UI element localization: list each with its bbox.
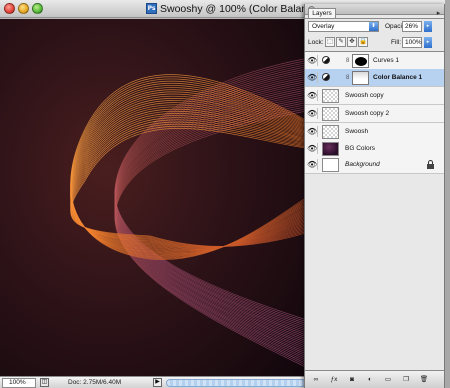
layer-name[interactable]: Swoosh copy 2 — [345, 110, 389, 118]
window-edge — [445, 0, 450, 388]
eye-icon[interactable]: 👁 — [307, 90, 318, 101]
eye-icon[interactable]: 👁 — [307, 143, 318, 154]
image-canvas[interactable] — [0, 19, 304, 376]
status-menu-arrow[interactable]: ▶ — [153, 378, 162, 387]
opacity-field[interactable]: 26% — [402, 21, 422, 32]
document-size: Doc: 2.75M/6.40M — [68, 379, 122, 386]
layer-thumbnail[interactable] — [322, 125, 339, 139]
layer-row-color-balance-1[interactable]: 👁 8 Color Balance 1 — [305, 69, 444, 87]
artwork — [0, 19, 304, 376]
fill-label: Fill: — [391, 39, 402, 46]
blend-mode-value: Overlay — [312, 23, 335, 30]
layer-style-icon[interactable]: ƒx — [329, 375, 339, 385]
lock-icon — [427, 160, 434, 169]
opacity-slider-button[interactable]: ▸ — [424, 21, 432, 32]
layer-name[interactable]: Color Balance 1 — [373, 74, 422, 82]
status-info-icon[interactable]: ◫ — [40, 378, 49, 387]
chevron-updown-icon: ⬍ — [369, 22, 378, 31]
layer-thumbnail[interactable] — [322, 89, 339, 103]
lock-transparent-icon[interactable]: ⬚ — [325, 37, 335, 47]
layer-name[interactable]: Curves 1 — [373, 57, 399, 65]
close-window-button[interactable] — [4, 3, 15, 14]
mask-link-icon[interactable]: 8 — [346, 74, 349, 82]
zoom-level-field[interactable]: 100% — [2, 378, 36, 388]
layers-palette: Layers ▸ Overlay ⬍ Opacity: 26% ▸ Lock: … — [304, 4, 445, 388]
mask-link-icon[interactable]: 8 — [346, 57, 349, 65]
trash-icon[interactable]: 🗑 — [419, 375, 429, 385]
tab-divider — [305, 18, 444, 19]
tab-layers[interactable]: Layers — [308, 8, 336, 18]
layer-name[interactable]: Swoosh copy — [345, 92, 384, 100]
eye-icon[interactable]: 👁 — [307, 159, 318, 170]
layer-row-swoosh[interactable]: 👁 Swoosh — [305, 123, 444, 141]
eye-icon[interactable]: 👁 — [307, 72, 318, 83]
layer-name[interactable]: BG Colors — [345, 145, 375, 153]
new-layer-icon[interactable]: ❐ — [401, 375, 411, 385]
layer-thumbnail[interactable] — [322, 107, 339, 121]
layer-name[interactable]: Background — [345, 161, 380, 169]
lock-all-icon[interactable]: 🔒 — [358, 37, 368, 47]
layer-row-background[interactable]: 👁 Background — [305, 156, 444, 174]
layer-thumbnail[interactable] — [322, 142, 339, 156]
layer-row-swoosh-copy[interactable]: 👁 Swoosh copy — [305, 87, 444, 105]
eye-icon[interactable]: 👁 — [307, 55, 318, 66]
add-mask-icon[interactable]: ◙ — [347, 375, 357, 385]
blend-mode-select[interactable]: Overlay ⬍ — [308, 21, 379, 32]
layer-mask-thumbnail[interactable] — [352, 54, 369, 68]
link-layers-icon[interactable]: ∞ — [311, 375, 321, 385]
layer-row-swoosh-copy-2[interactable]: 👁 Swoosh copy 2 — [305, 105, 444, 123]
adjustment-layer-icon — [322, 73, 330, 81]
zoom-window-button[interactable] — [32, 3, 43, 14]
eye-icon[interactable]: 👁 — [307, 126, 318, 137]
adjustment-layer-icon — [322, 56, 330, 64]
new-group-icon[interactable]: ▭ — [383, 375, 393, 385]
layers-footer: ∞ ƒx ◙ ◐ ▭ ❐ 🗑 — [305, 370, 444, 388]
layer-thumbnail[interactable] — [322, 158, 339, 172]
document-icon: Ps — [146, 3, 157, 14]
minimize-window-button[interactable] — [18, 3, 29, 14]
layer-mask-thumbnail[interactable] — [352, 71, 369, 85]
lock-position-icon[interactable]: ✥ — [347, 37, 357, 47]
layer-name[interactable]: Swoosh — [345, 128, 368, 136]
palette-menu-button[interactable]: ▸ — [434, 9, 443, 18]
horizontal-scrollbar[interactable] — [166, 379, 306, 387]
lock-label: Lock: — [308, 39, 324, 46]
new-adjustment-icon[interactable]: ◐ — [365, 375, 375, 385]
fill-field[interactable]: 100% — [402, 37, 422, 48]
fill-slider-button[interactable]: ▸ — [424, 37, 432, 48]
layer-list: 👁 8 Curves 1 👁 8 Color Balance 1 👁 Swoos… — [305, 51, 444, 174]
layer-row-curves-1[interactable]: 👁 8 Curves 1 — [305, 52, 444, 70]
lock-image-icon[interactable]: ✎ — [336, 37, 346, 47]
eye-icon[interactable]: 👁 — [307, 108, 318, 119]
